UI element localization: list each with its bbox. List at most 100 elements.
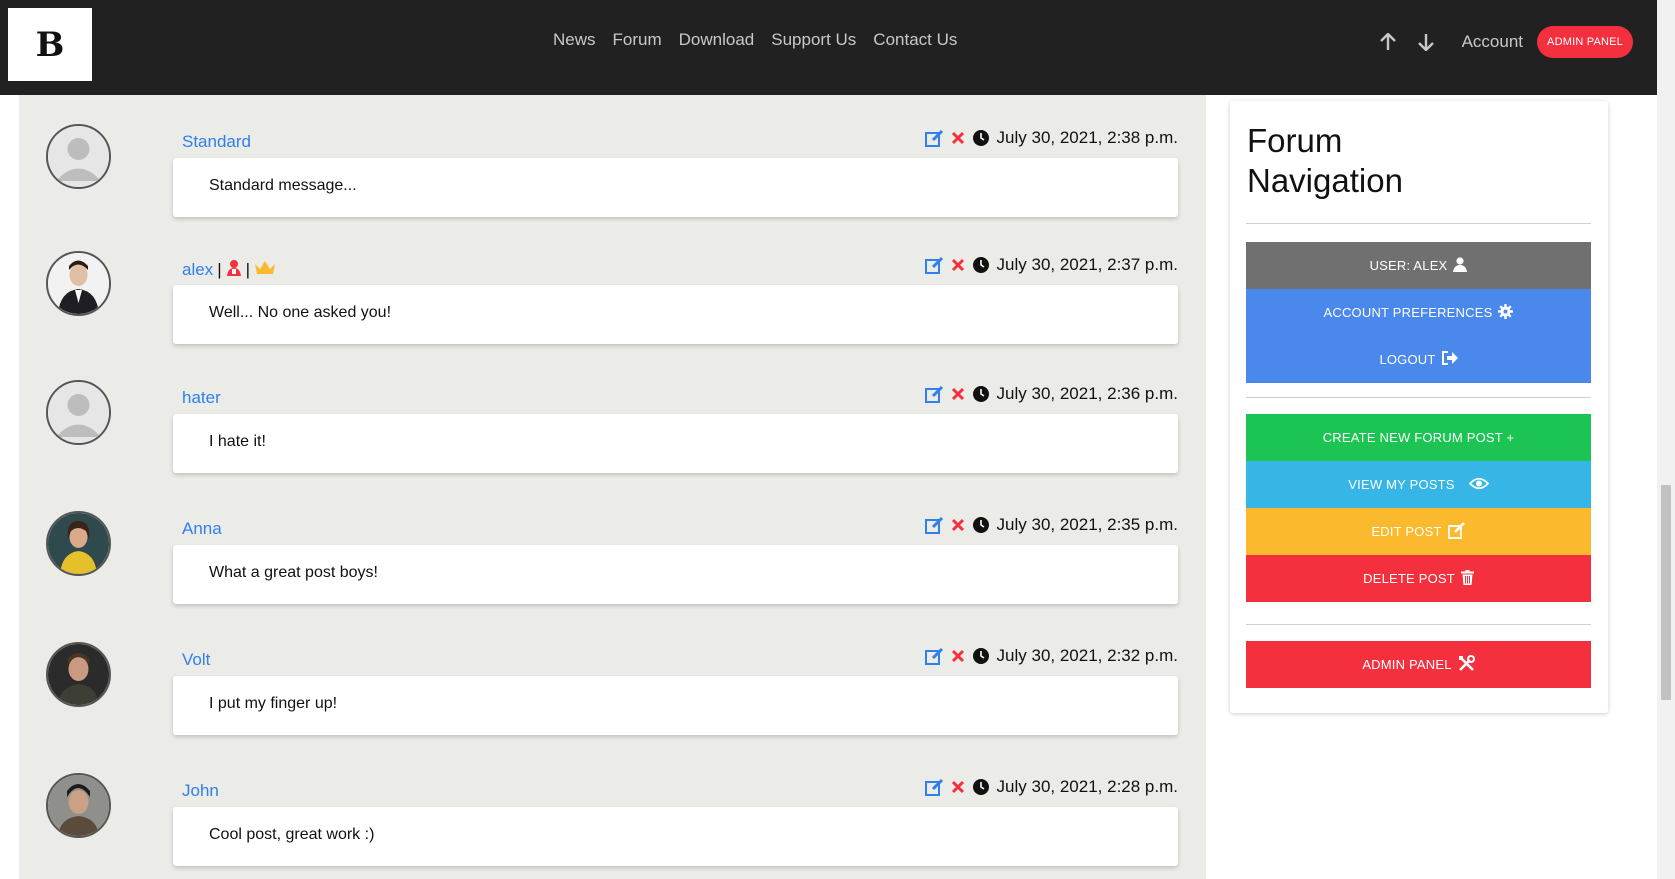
view-my-posts-label: VIEW MY POSTS <box>1348 477 1455 492</box>
clock-icon <box>971 255 991 275</box>
x-icon[interactable] <box>948 255 968 275</box>
trash-icon <box>1460 569 1474 588</box>
main-nav: News Forum Download Support Us Contact U… <box>553 30 957 50</box>
sign-out-icon <box>1441 351 1458 368</box>
post-date: July 30, 2021, 2:37 p.m. <box>996 255 1178 274</box>
forum-thread: Standard July 30, 2021, 2:38 p.m. Standa… <box>19 95 1206 879</box>
x-icon[interactable] <box>948 128 968 148</box>
badge-separator: | <box>217 260 222 279</box>
user-button-label: USER: ALEX <box>1369 258 1448 273</box>
avatar <box>46 251 111 316</box>
divider <box>1246 397 1591 398</box>
pencil-square-icon[interactable] <box>925 515 945 535</box>
author-row: John <box>182 781 219 801</box>
forum-post: Standard July 30, 2021, 2:38 p.m. Standa… <box>19 124 1206 255</box>
page-scrollbar[interactable] <box>1657 0 1675 879</box>
admin-panel-button[interactable]: ADMIN PANEL <box>1537 26 1633 58</box>
clock-icon <box>971 384 991 404</box>
user-button[interactable]: USER: ALEX <box>1246 242 1591 289</box>
admin-panel-sidebar-button[interactable]: ADMIN PANEL <box>1246 641 1591 688</box>
forum-navigation-panel: Forum Navigation USER: ALEX ACCOUNT PREF… <box>1230 101 1608 713</box>
account-preferences-button[interactable]: ACCOUNT PREFERENCES <box>1246 289 1591 336</box>
clock-icon <box>971 646 991 666</box>
pencil-square-icon <box>1447 521 1466 542</box>
scrollbar-thumb[interactable] <box>1661 485 1671 700</box>
post-meta: July 30, 2021, 2:37 p.m. <box>925 255 1178 275</box>
post-author[interactable]: John <box>182 781 219 801</box>
site-logo[interactable]: B <box>8 8 92 81</box>
admin-panel-label: ADMIN PANEL <box>1362 657 1452 672</box>
clock-icon <box>971 128 991 148</box>
edit-post-label: EDIT POST <box>1371 524 1442 539</box>
user-icon <box>1453 256 1468 275</box>
clock-icon <box>971 515 991 535</box>
scroll-up-icon[interactable] <box>1376 30 1400 54</box>
post-message: I put my finger up! <box>173 676 1178 735</box>
post-meta: July 30, 2021, 2:36 p.m. <box>925 384 1178 404</box>
post-message: Well... No one asked you! <box>173 285 1178 344</box>
nav-contact-us[interactable]: Contact Us <box>873 30 957 50</box>
top-navbar: B News Forum Download Support Us Contact… <box>0 0 1657 95</box>
author-row: hater <box>182 388 221 408</box>
post-message: What a great post boys! <box>173 545 1178 604</box>
moderator-badge-icon <box>226 259 242 281</box>
create-new-forum-post-button[interactable]: CREATE NEW FORUM POST + <box>1246 414 1591 461</box>
forum-post: hater July 30, 2021, 2:36 p.m. I hate it… <box>19 380 1206 511</box>
x-icon[interactable] <box>948 515 968 535</box>
logout-button[interactable]: LOGOUT <box>1246 336 1591 383</box>
author-row: Anna <box>182 519 222 539</box>
post-meta: July 30, 2021, 2:28 p.m. <box>925 777 1178 797</box>
post-author[interactable]: Standard <box>182 132 251 152</box>
nav-news[interactable]: News <box>553 30 596 50</box>
delete-post-label: DELETE POST <box>1363 571 1455 586</box>
view-my-posts-button[interactable]: VIEW MY POSTS <box>1246 461 1591 508</box>
post-author[interactable]: Anna <box>182 519 222 539</box>
avatar <box>46 773 111 838</box>
top-right-actions: Account ADMIN PANEL <box>1376 26 1633 58</box>
post-author[interactable]: Volt <box>182 650 210 670</box>
forum-post: Volt July 30, 2021, 2:32 p.m. I put my f… <box>19 642 1206 773</box>
delete-post-button[interactable]: DELETE POST <box>1246 555 1591 602</box>
badge-separator: | <box>245 260 251 279</box>
x-icon[interactable] <box>948 777 968 797</box>
create-post-label: CREATE NEW FORUM POST + <box>1322 430 1515 445</box>
x-icon[interactable] <box>948 646 968 666</box>
post-date: July 30, 2021, 2:32 p.m. <box>996 646 1178 665</box>
pencil-square-icon[interactable] <box>925 128 945 148</box>
post-message: Standard message... <box>173 158 1178 217</box>
pencil-square-icon[interactable] <box>925 646 945 666</box>
post-date: July 30, 2021, 2:35 p.m. <box>996 515 1178 534</box>
pencil-square-icon[interactable] <box>925 777 945 797</box>
post-meta: July 30, 2021, 2:32 p.m. <box>925 646 1178 666</box>
x-icon[interactable] <box>948 384 968 404</box>
pencil-square-icon[interactable] <box>925 384 945 404</box>
logo-letter: B <box>35 24 65 65</box>
nav-forum[interactable]: Forum <box>613 30 662 50</box>
forum-post: John July 30, 2021, 2:28 p.m. Cool post,… <box>19 773 1206 879</box>
account-preferences-label: ACCOUNT PREFERENCES <box>1323 305 1493 320</box>
post-date: July 30, 2021, 2:28 p.m. <box>996 777 1178 796</box>
account-link[interactable]: Account <box>1462 32 1523 52</box>
post-date: July 30, 2021, 2:36 p.m. <box>996 384 1178 403</box>
divider <box>1246 223 1591 224</box>
logout-label: LOGOUT <box>1379 352 1436 367</box>
post-author[interactable]: hater <box>182 388 221 408</box>
forum-post: alex | | July 30, 2021, 2:37 p.m. Well..… <box>19 251 1206 382</box>
avatar <box>46 642 111 707</box>
edit-post-button[interactable]: EDIT POST <box>1246 508 1591 555</box>
post-message: Cool post, great work :) <box>173 807 1178 866</box>
pencil-square-icon[interactable] <box>925 255 945 275</box>
divider <box>1246 624 1591 625</box>
nav-download[interactable]: Download <box>679 30 755 50</box>
post-meta: July 30, 2021, 2:35 p.m. <box>925 515 1178 535</box>
post-date: July 30, 2021, 2:38 p.m. <box>996 128 1178 147</box>
clock-icon <box>971 777 991 797</box>
author-row: Volt <box>182 650 210 670</box>
nav-support-us[interactable]: Support Us <box>771 30 856 50</box>
scroll-down-icon[interactable] <box>1414 30 1438 54</box>
panel-title: Forum Navigation <box>1247 122 1403 199</box>
author-row: alex | | <box>182 259 276 281</box>
author-row: Standard <box>182 132 251 152</box>
post-author[interactable]: alex <box>182 260 213 280</box>
post-meta: July 30, 2021, 2:38 p.m. <box>925 128 1178 148</box>
